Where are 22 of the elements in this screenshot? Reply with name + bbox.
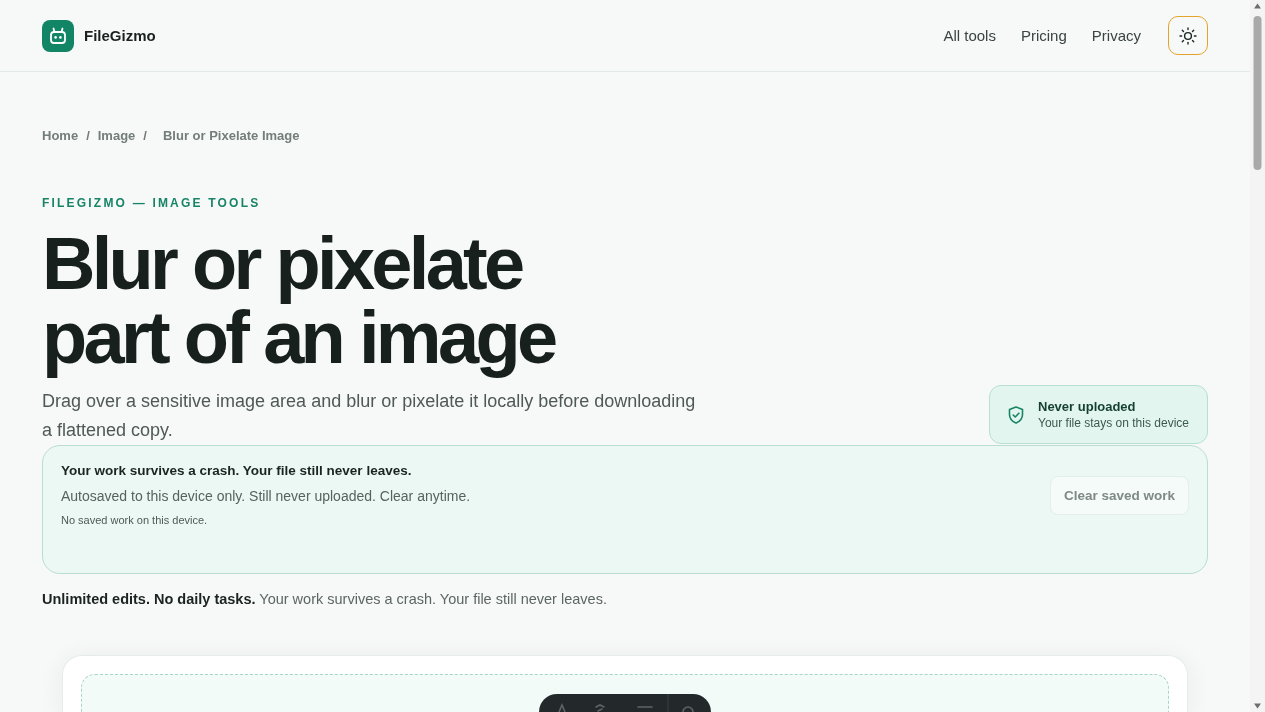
- breadcrumb-link[interactable]: Home: [42, 127, 79, 145]
- nav-link[interactable]: Privacy: [1091, 27, 1141, 44]
- page-subtitle: Drag over a sensitive image area and blur or pixelate it locally before downloading a flattened copy.: [42, 390, 697, 442]
- breadcrumb-current: Blur or Pixelate Image: [162, 127, 300, 145]
- breadcrumb-link[interactable]: Image: [97, 127, 136, 145]
- drop-zone[interactable]: [81, 674, 1169, 712]
- theme-toggle-button[interactable]: [1168, 16, 1208, 55]
- nav-link[interactable]: Pricing: [1020, 27, 1067, 44]
- breadcrumb-separator: /: [86, 127, 90, 145]
- breadcrumb-separator: /: [143, 127, 147, 145]
- eyebrow-label: FILEGIZMO — IMAGE TOOLS: [42, 196, 261, 210]
- badge-title: Never uploaded: [1038, 398, 1137, 415]
- autosave-title: Your work survives a crash. Your file still never leaves.: [61, 462, 412, 480]
- shield-check-icon: [1008, 405, 1024, 424]
- logo-icon[interactable]: [42, 19, 74, 52]
- tagline-text: Unlimited edits. No daily tasks. Your work survives a crash. Your file still never leaves.: [42, 590, 608, 609]
- nav-link[interactable]: All tools: [943, 27, 996, 44]
- badge-subtitle: Your file stays on this device: [1038, 415, 1189, 431]
- sun-icon: [1179, 26, 1197, 45]
- autosave-status: No saved work on this device.: [61, 513, 208, 527]
- autosave-description: Autosaved to this device only. Still never uploaded. Clear anytime.: [61, 487, 471, 506]
- brand-name[interactable]: FileGizmo: [84, 27, 156, 44]
